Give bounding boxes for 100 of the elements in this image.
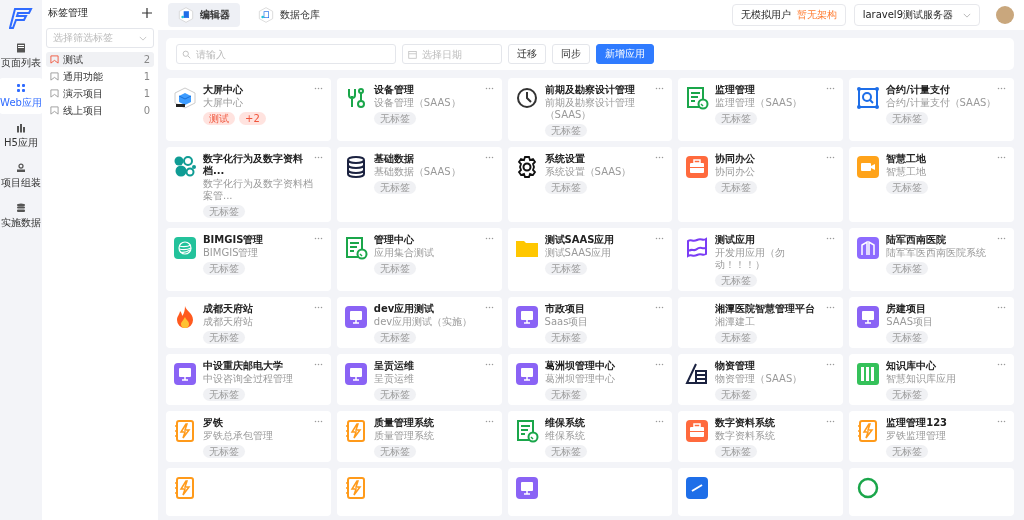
app-card[interactable]: 监理管理123 罗铁监理管理 无标签 [849,411,1014,462]
app-card[interactable]: 呈贡运维 呈贡运维 无标签 [336,354,502,405]
app-card[interactable]: 成都天府站 成都天府站 无标签 [166,297,331,348]
top-tab[interactable]: 数据仓库 [248,3,330,27]
tag-badge: 无标签 [886,388,929,401]
app-card[interactable]: dev应用测试 dev应用测试（实施） 无标签 [336,297,502,348]
app-card[interactable]: 测试应用 开发用应用（勿动！！！） 无标签 [678,228,844,291]
server-select[interactable]: laravel9测试服务器 [853,4,980,26]
tag-item[interactable]: 测试 2 [46,52,154,67]
app-description: SAAS项目 [886,316,935,328]
app-card[interactable]: 房建项目 SAAS项目 无标签 [849,297,1014,348]
search-icon [182,50,191,59]
nav-item[interactable]: Web应用 [0,78,43,114]
app-card[interactable]: 大屏中心 大屏中心 测试 +2 [166,78,331,141]
top-tab[interactable]: 编辑器 [168,3,240,27]
app-description: 大屏中心 [203,97,244,109]
tag-badge: 无标签 [373,331,416,344]
action-button[interactable]: 同步 [552,44,590,64]
tag-badge: 无标签 [203,445,245,458]
app-title: 前期及勘察设计管理 [544,84,636,96]
nav-icon [15,122,27,134]
document-icon [343,236,368,260]
chevron-down-icon [139,35,147,41]
app-card[interactable]: 系统设置 系统设置（SAAS） 无标签 [507,147,673,222]
cube-icon [173,86,197,110]
app-title: 中设重庆邮电大学 [203,360,284,372]
app-card[interactable]: 数字资料系统 数字资料系统 无标签 [678,411,844,462]
app-description: 物资管理（SAAS） [715,373,804,385]
user-info[interactable]: 无模拟用户 暂无架构 [731,4,846,26]
app-card[interactable]: 质量管理系统 质量管理系统 无标签 [336,411,502,462]
document-icon [685,86,710,110]
app-title: 测试应用 [715,234,757,246]
avatar[interactable] [996,6,1014,24]
nav-item[interactable]: 实施数据 [0,198,43,234]
app-card[interactable]: 湘潭医院智慧管理平台 湘潭建工 无标签 [678,297,844,348]
app-card[interactable]: 市政项目 Saas项目 无标签 [507,297,673,348]
logo-icon [9,6,33,30]
tag-item[interactable]: 线上项目 0 [46,103,154,118]
search-field[interactable]: 请输入 [176,44,396,64]
tag-item[interactable]: 通用功能 1 [46,69,154,84]
map-icon [685,236,710,260]
app-card[interactable]: 罗铁 罗铁总承包管理 无标签 [166,411,331,462]
app-card[interactable]: 中设重庆邮电大学 中设咨询全过程管理 无标签 [166,354,331,405]
app-card[interactable]: 陆军西南医院 陆军军医西南医院系统 无标签 [849,228,1014,291]
monitor-icon [173,362,197,386]
app-card[interactable]: 测试SAAS应用 测试SAAS应用 无标签 [507,228,673,291]
app-card[interactable]: 监理管理 监理管理（SAAS） 无标签 [678,78,844,141]
app-card[interactable]: 基础数据 基础数据（SAAS） 无标签 [336,147,502,222]
tag-item[interactable]: 演示项目 1 [46,86,154,101]
tag-badge: 无标签 [544,262,587,275]
app-title: 智慧工地 [886,153,928,165]
triangle-icon [685,362,710,386]
app-card[interactable]: 数字化行为及数字资料档... 数字化行为及数字资料档案管... 无标签 [166,147,331,222]
app-description: 智慧知识库应用 [886,373,958,385]
tag-badge: 无标签 [715,181,758,194]
app-title: 测试SAAS应用 [544,234,616,246]
app-title: 知识库中心 [886,360,938,372]
app-card[interactable]: 维保系统 维保系统 无标签 [507,411,673,462]
app-card[interactable]: 知识库中心 智慧知识库应用 无标签 [849,354,1014,405]
document-icon [514,419,539,443]
calendar-icon [408,50,417,59]
ring-icon [856,476,881,500]
app-title: 物资管理 [715,360,757,372]
app-card[interactable]: 智慧工地 智慧工地 无标签 [849,147,1014,222]
add-icon[interactable] [142,8,152,18]
app-card[interactable]: 物资管理 物资管理（SAAS） 无标签 [678,354,844,405]
app-card[interactable] [336,468,502,516]
monitor-icon [343,305,368,329]
app-card[interactable] [678,468,844,516]
tag-badge: 无标签 [203,262,245,275]
app-description: 中设咨询全过程管理 [203,373,294,385]
bubbles-icon [173,155,197,179]
app-description: 罗铁总承包管理 [203,430,274,442]
tag-badge: 无标签 [886,262,929,275]
nav-item[interactable]: 项目组装 [0,158,43,194]
panel-title: 标签管理 [48,6,88,20]
app-title: 罗铁 [203,417,224,429]
nav-item[interactable]: H5应用 [0,118,43,154]
app-title: 监理管理 [715,84,757,96]
app-title: 葛洲坝管理中心 [544,360,616,372]
app-title: 数字化行为及数字资料档... [203,153,304,177]
app-card[interactable]: 协同办公 协同办公 无标签 [678,147,844,222]
app-card[interactable]: BIMGIS管理 BIMGIS管理 无标签 [166,228,331,291]
app-card[interactable]: 合约/计量支付 合约/计量支付（SAAS） 无标签 [849,78,1014,141]
app-card[interactable]: 管理中心 应用集合测试 无标签 [336,228,502,291]
nav-item[interactable]: 页面列表 [0,38,43,74]
app-card[interactable] [507,468,673,516]
app-description: 合约/计量支付（SAAS） [886,97,998,109]
app-card[interactable] [166,468,331,516]
app-card[interactable]: 葛洲坝管理中心 葛洲坝管理中心 无标签 [507,354,673,405]
app-title: 房建项目 [886,303,928,315]
add-app-button[interactable]: 新增应用 [596,44,654,64]
action-button[interactable]: 迁移 [508,44,546,64]
app-card[interactable]: 前期及勘察设计管理 前期及勘察设计管理（SAAS） 无标签 [507,78,673,141]
app-card[interactable]: 设备管理 设备管理（SAAS） 无标签 [336,78,502,141]
book-icon [856,362,881,386]
lightning-icon [173,476,197,500]
tag-badge: 无标签 [544,331,587,344]
app-title: 基础数据 [373,153,415,165]
app-description: 湘潭建工 [715,316,757,328]
